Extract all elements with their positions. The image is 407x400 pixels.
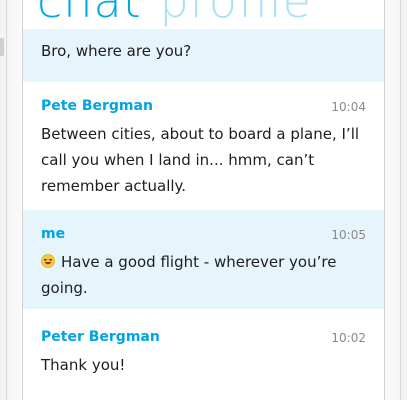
message-timestamp: 10:04: [331, 100, 366, 114]
pivot-tab-chat[interactable]: chat: [37, 0, 142, 28]
message-text: Have a good flight - wherever you’re goi…: [41, 253, 337, 297]
phone-screenshot: chat profile Bro, where are you? Pete Ber…: [0, 0, 407, 400]
laughing-emoji-icon: [41, 254, 55, 268]
phone-side-button: [0, 38, 4, 56]
message-timestamp: 10:02: [331, 331, 366, 345]
message-item[interactable]: Pete Bergman 10:04 Between cities, about…: [23, 82, 384, 210]
message-text: Between cities, about to board a plane, …: [41, 125, 360, 195]
pivot-tab-profile[interactable]: profile: [160, 0, 312, 28]
message-item[interactable]: Peter Bergman 10:02 Thank you!: [23, 309, 384, 400]
phone-frame-left: [0, 0, 23, 400]
message-text: Thank you!: [41, 356, 126, 374]
chat-screen: chat profile Bro, where are you? Pete Ber…: [23, 0, 384, 400]
message-timestamp: 10:05: [331, 228, 366, 242]
frame-edge-line: [6, 0, 7, 400]
message-body: Have a good flight - wherever you’re goi…: [41, 249, 361, 301]
message-item[interactable]: me 10:05 Have a good flight - wherever y…: [23, 210, 384, 309]
message-sender: Peter Bergman: [41, 329, 160, 345]
message-sender: me: [41, 226, 66, 242]
phone-frame-right: [384, 0, 407, 400]
message-sender: Pete Bergman: [41, 98, 153, 114]
message-item[interactable]: Bro, where are you?: [23, 29, 384, 82]
message-text: Bro, where are you?: [41, 42, 192, 60]
frame-edge-line: [400, 0, 401, 400]
pivot-header: chat profile: [37, 0, 312, 28]
